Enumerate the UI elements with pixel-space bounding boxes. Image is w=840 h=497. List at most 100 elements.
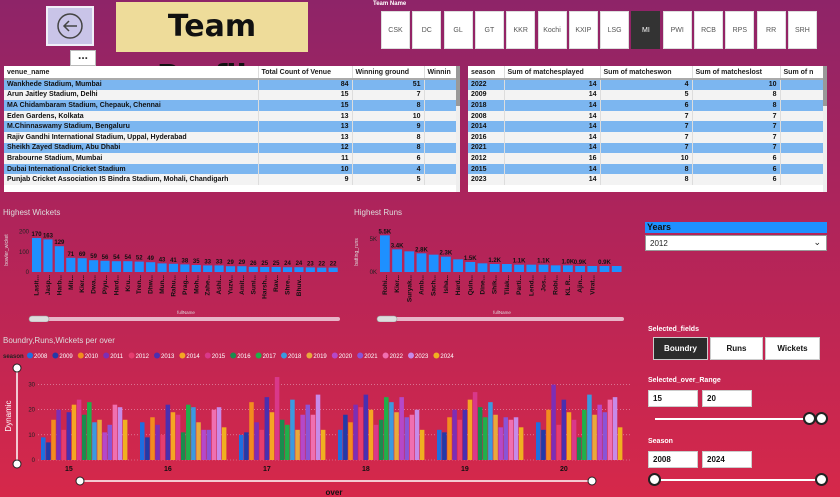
bar[interactable] (587, 394, 592, 460)
bar[interactable] (404, 417, 410, 460)
bar[interactable] (203, 265, 213, 272)
bar[interactable] (97, 419, 102, 460)
table-row[interactable]: Punjab Cricket Association IS Bindra Sta… (4, 174, 460, 185)
bar[interactable] (100, 260, 110, 272)
field-toggle-boundry[interactable]: Boundry (653, 337, 708, 360)
table-row[interactable]: 2021 14 7 7 (468, 142, 826, 154)
legend-item[interactable]: 2015 (212, 354, 226, 360)
bar[interactable] (394, 412, 399, 460)
field-toggle-runs[interactable]: Runs (710, 337, 763, 360)
over-range-from-input[interactable]: 15 (648, 390, 698, 407)
bar[interactable] (384, 397, 389, 460)
table-row[interactable]: 2022 14 4 10 (468, 79, 826, 90)
bar[interactable] (160, 434, 165, 460)
bar[interactable] (442, 432, 447, 460)
column-header-matches-won[interactable]: Sum of matcheswon (600, 66, 693, 80)
bar[interactable] (310, 414, 316, 460)
legend-item[interactable]: 2014 (186, 354, 200, 360)
bar[interactable] (300, 414, 305, 460)
bar[interactable] (43, 239, 53, 272)
bar[interactable] (441, 256, 451, 272)
bar[interactable] (526, 264, 537, 272)
bar[interactable] (575, 266, 585, 272)
bar[interactable] (571, 419, 577, 460)
bar[interactable] (462, 409, 468, 460)
bar[interactable] (317, 267, 327, 272)
chart-scrollbar[interactable] (32, 317, 340, 321)
table-row[interactable]: 2008 14 7 7 (468, 110, 826, 122)
bar[interactable] (76, 399, 82, 460)
bar[interactable] (54, 246, 64, 272)
bar[interactable] (111, 261, 121, 272)
bar[interactable] (489, 264, 500, 272)
bar[interactable] (315, 394, 321, 460)
bar[interactable] (196, 422, 201, 460)
bar[interactable] (87, 402, 92, 460)
bar[interactable] (541, 429, 546, 460)
bar[interactable] (582, 409, 587, 460)
bar[interactable] (165, 404, 171, 460)
bar[interactable] (254, 422, 259, 460)
bar[interactable] (180, 264, 190, 272)
bar[interactable] (513, 417, 519, 460)
team-button-lsg[interactable]: LSG (600, 11, 630, 49)
x-zoom-handle-right[interactable] (587, 476, 597, 486)
bar[interactable] (536, 422, 541, 460)
bar[interactable] (46, 442, 51, 460)
slider-handle-min[interactable] (648, 473, 661, 486)
bar[interactable] (467, 399, 473, 460)
bar[interactable] (107, 424, 113, 460)
bar[interactable] (358, 407, 363, 460)
bar[interactable] (66, 257, 76, 272)
team-button-pwi[interactable]: PWI (662, 11, 692, 49)
bar[interactable] (498, 427, 503, 460)
legend-item[interactable]: 2020 (339, 354, 353, 360)
legend-item[interactable]: 2016 (237, 354, 251, 360)
slider-handle-max[interactable] (815, 473, 828, 486)
team-button-kkr[interactable]: KKR (506, 11, 536, 49)
bar[interactable] (488, 402, 493, 460)
bar[interactable] (416, 253, 427, 272)
team-button-rcb[interactable]: RCB (694, 11, 723, 49)
bar[interactable] (295, 429, 300, 460)
bar[interactable] (225, 266, 236, 272)
bar[interactable] (465, 262, 476, 272)
more-options-button[interactable]: ... (70, 49, 96, 66)
bar[interactable] (447, 417, 452, 460)
table-row[interactable]: 2018 14 6 8 (468, 100, 826, 111)
bar[interactable] (191, 265, 201, 272)
bar[interactable] (503, 417, 509, 460)
table-row[interactable]: MA Chidambaram Stadium, Chepauk, Chennai… (4, 100, 460, 111)
bar[interactable] (290, 399, 295, 460)
bar[interactable] (353, 404, 358, 460)
column-header-winning-ground[interactable]: Winning ground (352, 66, 425, 80)
column-header-matches-lost[interactable]: Sum of matcheslost (692, 66, 781, 80)
season-table-scrollbar[interactable] (823, 66, 827, 192)
table-row[interactable]: 2014 14 7 7 (468, 121, 826, 132)
scrollbar-thumb[interactable] (28, 315, 50, 322)
bar[interactable] (392, 249, 402, 272)
field-toggle-wickets[interactable]: Wickets (765, 337, 820, 360)
bar[interactable] (180, 432, 186, 460)
bar[interactable] (201, 429, 206, 460)
bar[interactable] (602, 412, 608, 460)
table-row[interactable]: 2023 14 8 6 (468, 174, 826, 185)
bar[interactable] (51, 419, 56, 460)
team-button-srh[interactable]: SRH (787, 11, 817, 49)
bar[interactable] (483, 417, 488, 460)
bar[interactable] (518, 427, 524, 460)
bar[interactable] (493, 414, 498, 460)
bar[interactable] (508, 419, 514, 460)
bar[interactable] (175, 414, 181, 460)
bar[interactable] (146, 262, 156, 272)
legend-item[interactable]: 2009 (59, 354, 73, 360)
legend-item[interactable]: 2011 (110, 354, 124, 360)
bar[interactable] (102, 432, 107, 460)
bar[interactable] (599, 266, 610, 272)
bar[interactable] (211, 409, 217, 460)
table-row[interactable]: Wankhede Stadium, Mumbai 84 51 (4, 79, 460, 90)
team-button-rps[interactable]: RPS (725, 11, 755, 49)
bar[interactable] (71, 404, 77, 460)
team-button-rr[interactable]: RR (756, 11, 786, 49)
back-button[interactable] (46, 6, 94, 46)
